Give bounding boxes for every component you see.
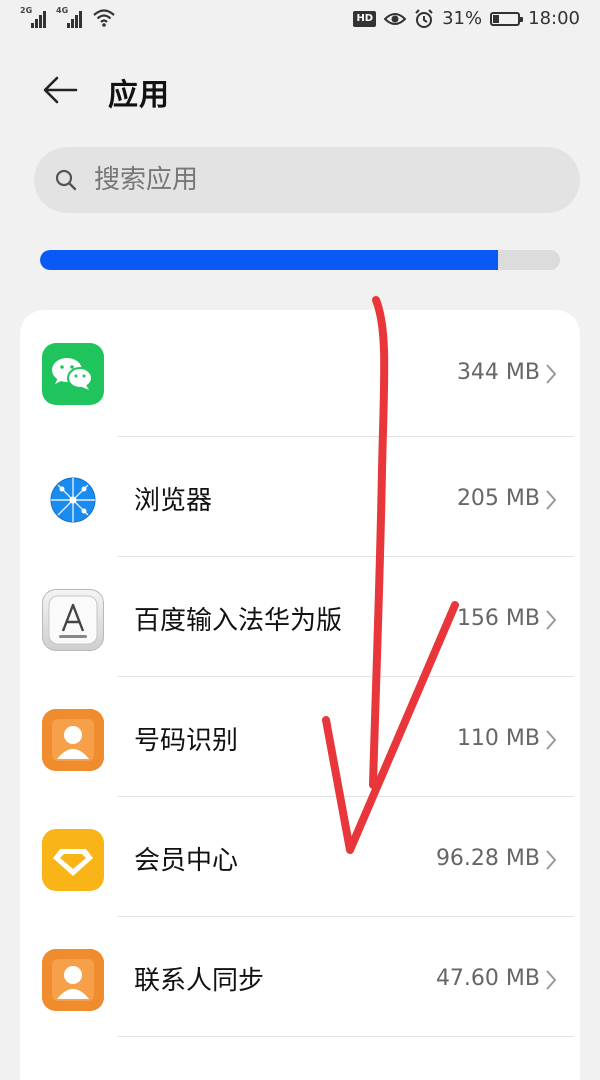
storage-usage-bar (40, 250, 560, 270)
status-bar-left: 2G 4G (20, 6, 116, 28)
back-button[interactable] (38, 68, 82, 112)
list-item[interactable]: 344 MB (20, 310, 580, 430)
storage-usage-fill (40, 250, 498, 270)
app-list: 344 MB 浏览器 205 MB 百度输入法华为版 156 MB 号码识别 1… (20, 310, 580, 1080)
app-size: 110 MB (456, 726, 540, 751)
battery-icon (490, 11, 524, 26)
app-name: 联系人同步 (134, 966, 265, 996)
wifi-icon (93, 9, 115, 27)
status-bar: 2G 4G HD 31% 18:00 (0, 0, 600, 42)
signal-icon: 4G (56, 6, 86, 28)
chevron-right-icon (546, 850, 557, 870)
app-name: 百度输入法华为版 (134, 606, 343, 636)
hd-badge: HD (353, 10, 377, 27)
search-icon (54, 167, 80, 193)
arrow-left-icon (43, 76, 78, 104)
baidu-input-icon (42, 589, 104, 651)
list-item[interactable]: 会员中心 96.28 MB (20, 796, 580, 916)
list-item[interactable]: 联系人同步 47.60 MB (20, 916, 580, 1036)
list-item[interactable]: 百度输入法华为版 156 MB (20, 556, 580, 676)
chevron-right-icon (546, 490, 557, 510)
app-size: 156 MB (456, 606, 540, 631)
browser-icon (42, 469, 104, 531)
page-title: 应用 (108, 78, 170, 113)
app-header: 应用 (0, 60, 600, 120)
clock-time: 18:00 (528, 8, 580, 29)
app-name: 号码识别 (134, 726, 239, 756)
contact-person-icon (42, 949, 104, 1011)
wechat-icon (42, 343, 104, 405)
member-center-icon (42, 829, 104, 891)
chevron-right-icon (546, 970, 557, 990)
chevron-right-icon (546, 364, 557, 384)
search-input[interactable] (92, 164, 526, 196)
app-name: 会员中心 (134, 846, 239, 876)
divider (118, 1036, 574, 1037)
list-item[interactable]: 浏览器 205 MB (20, 436, 580, 556)
status-bar-right: HD 31% 18:00 (353, 8, 580, 29)
app-size: 205 MB (456, 486, 540, 511)
app-name: 浏览器 (134, 486, 213, 516)
chevron-right-icon (546, 610, 557, 630)
chevron-right-icon (546, 730, 557, 750)
search-bar[interactable] (34, 147, 580, 213)
battery-percent: 31% (442, 8, 483, 29)
contact-person-icon (42, 709, 104, 771)
app-size: 344 MB (456, 360, 540, 385)
eye-comfort-icon (384, 12, 407, 25)
list-item[interactable]: 号码识别 110 MB (20, 676, 580, 796)
alarm-icon (415, 8, 433, 28)
signal-icon: 2G (20, 6, 50, 28)
app-size: 47.60 MB (435, 966, 540, 991)
app-size: 96.28 MB (435, 846, 540, 871)
